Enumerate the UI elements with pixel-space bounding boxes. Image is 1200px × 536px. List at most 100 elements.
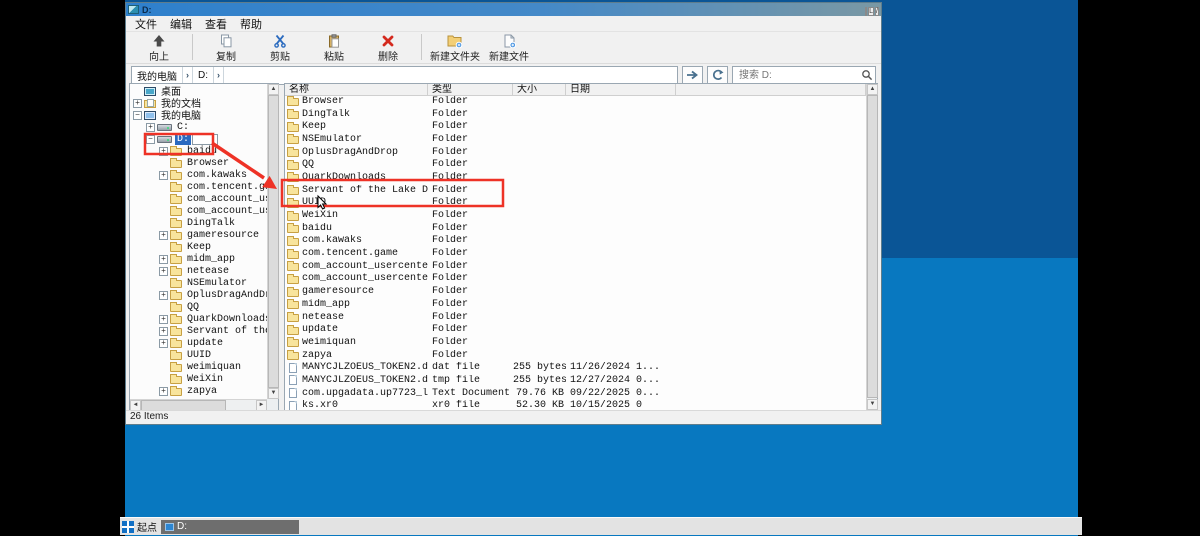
go-button[interactable]	[682, 65, 703, 85]
file-row-qq[interactable]: QQ Folder	[285, 158, 866, 171]
expand-plus-icon[interactable]: +	[159, 326, 168, 336]
expand-plus-icon[interactable]: +	[159, 290, 168, 300]
title-bar[interactable]: D: L /	[126, 3, 881, 16]
tree-item-keep[interactable]: Keep	[130, 241, 267, 253]
tree-item-qq[interactable]: QQ	[130, 301, 267, 313]
file-row-com-account-usercenter[interactable]: com_account_usercenter Folder	[285, 260, 866, 273]
collapse-minus-icon[interactable]: −	[133, 110, 142, 120]
expand-plus-icon[interactable]: +	[159, 146, 168, 156]
toolbar-new-file-button[interactable]: 新建文件	[482, 33, 536, 63]
breadcrumb-segment-1[interactable]: D:	[193, 66, 214, 84]
expand-plus-icon[interactable]: +	[146, 122, 155, 132]
chevron-right-icon[interactable]: ›	[214, 66, 224, 84]
file-row-dingtalk[interactable]: DingTalk Folder	[285, 108, 866, 121]
toolbar-delete-button[interactable]: 删除	[361, 33, 415, 63]
tree-item-netease[interactable]: + netease	[130, 265, 267, 277]
column-header-0[interactable]: 名称	[285, 84, 428, 95]
file-row-midm-app[interactable]: midm_app Folder	[285, 298, 866, 311]
tree-item-uuid[interactable]: UUID	[130, 349, 267, 361]
file-row-weimiquan[interactable]: weimiquan Folder	[285, 336, 866, 349]
tree-item-weimiquan[interactable]: weimiquan	[130, 361, 267, 373]
tree-item-com-account-usercen[interactable]: com_account_usercen	[130, 193, 267, 205]
file-row-weixin[interactable]: WeiXin Folder	[285, 209, 866, 222]
file-row-com-tencent-game[interactable]: com.tencent.game Folder	[285, 247, 866, 260]
close-button[interactable]: /	[875, 6, 879, 16]
start-button[interactable]: 起点	[122, 519, 157, 534]
menu-item-1[interactable]: 编辑	[170, 16, 192, 32]
tree-item-servant-of-the-lak[interactable]: + Servant of the Lak	[130, 325, 267, 337]
tree-item-oplusdraganddrop[interactable]: + OplusDragAndDrop	[130, 289, 267, 301]
toolbar-copy-button[interactable]: 复制	[199, 33, 253, 63]
column-header-1[interactable]: 类型	[428, 84, 513, 95]
toolbar-cut-button[interactable]: 剪贴	[253, 33, 307, 63]
scroll-up-button[interactable]: ▲	[268, 84, 279, 95]
tree-item-zapya[interactable]: + zapya	[130, 385, 267, 397]
column-header-3[interactable]: 日期	[566, 84, 676, 95]
tree-item-dingtalk[interactable]: DingTalk	[130, 217, 267, 229]
tree-horizontal-scrollbar[interactable]: ◄ ►	[130, 399, 267, 411]
column-header-2[interactable]: 大小	[513, 84, 566, 95]
file-row-manycjlzoeus-token2-dat[interactable]: MANYCJLZOEUS_TOKEN2.dat dat file 255 bytes…	[285, 361, 866, 374]
menu-item-2[interactable]: 查看	[205, 16, 227, 32]
tree-item-browser[interactable]: Browser	[130, 157, 267, 169]
scroll-up-button[interactable]: ▲	[867, 84, 878, 95]
toolbar-up-button[interactable]: 向上	[132, 33, 186, 63]
tree-item--[interactable]: − 我的电脑	[130, 109, 267, 123]
file-row-nsemulator[interactable]: NSEmulator Folder	[285, 133, 866, 146]
expand-plus-icon[interactable]: +	[159, 230, 168, 240]
file-row-update[interactable]: update Folder	[285, 323, 866, 336]
expand-plus-icon[interactable]: +	[159, 254, 168, 264]
taskbar-item-d-drive[interactable]: D:	[161, 519, 299, 534]
tree-item-baidu[interactable]: + baidu	[130, 145, 267, 157]
tree-item-quarkdownloads[interactable]: + QuarkDownloads	[130, 313, 267, 325]
list-vertical-scrollbar[interactable]: ▲ ▼	[866, 84, 878, 410]
search-input[interactable]	[737, 68, 861, 82]
expand-plus-icon[interactable]: +	[159, 386, 168, 396]
expand-plus-icon[interactable]: +	[159, 338, 168, 348]
file-row-com-account-usercenter-new[interactable]: com_account_usercenter_new Folder	[285, 273, 866, 286]
expand-plus-icon[interactable]: +	[159, 314, 168, 324]
list-vscroll-thumb[interactable]	[867, 95, 878, 398]
file-row-zapya[interactable]: zapya Folder	[285, 349, 866, 362]
tree-vscroll-thumb[interactable]	[268, 95, 279, 388]
file-row-com-upgadata-up7723-logcat-txt[interactable]: com.upgadata.up7723_logcat.txt Text Docum…	[285, 387, 866, 400]
restore-button[interactable]: L	[868, 6, 875, 16]
collapse-minus-icon[interactable]: −	[146, 134, 155, 144]
expand-plus-icon[interactable]: +	[159, 266, 168, 276]
tree-item-midm-app[interactable]: + midm_app	[130, 253, 267, 265]
toolbar-new-folder-button[interactable]: 新建文件夹	[428, 33, 482, 63]
scroll-down-button[interactable]: ▼	[867, 399, 878, 410]
menu-item-3[interactable]: 帮助	[240, 16, 262, 32]
file-row-uuid[interactable]: UUID Folder	[285, 197, 866, 210]
file-row-oplusdraganddrop[interactable]: OplusDragAndDrop Folder	[285, 146, 866, 159]
toolbar-paste-button[interactable]: 粘贴	[307, 33, 361, 63]
file-row-netease[interactable]: netease Folder	[285, 311, 866, 324]
menu-item-0[interactable]: 文件	[135, 16, 157, 32]
file-row-browser[interactable]: Browser Folder	[285, 95, 866, 108]
tree-vertical-scrollbar[interactable]: ▲ ▼	[267, 84, 279, 399]
tree-item-gameresource[interactable]: + gameresource	[130, 229, 267, 241]
file-row-quarkdownloads[interactable]: QuarkDownloads Folder	[285, 171, 866, 184]
scroll-down-button[interactable]: ▼	[268, 388, 279, 399]
breadcrumb-segment-0[interactable]: 我的电脑	[132, 66, 183, 84]
file-row-com-kawaks[interactable]: com.kawaks Folder	[285, 235, 866, 248]
rename-edit-box[interactable]	[192, 133, 219, 145]
breadcrumb[interactable]: 我的电脑 › D: ›	[131, 65, 678, 85]
tree-item-com-kawaks[interactable]: + com.kawaks	[130, 169, 267, 181]
expand-plus-icon[interactable]: +	[133, 98, 142, 108]
refresh-button[interactable]	[707, 65, 728, 85]
expand-plus-icon[interactable]: +	[159, 170, 168, 180]
tree-item-d-[interactable]: − D:	[130, 133, 267, 145]
search-icon[interactable]	[861, 69, 873, 81]
file-row-servant-of-the-lake-demo[interactable]: Servant of the Lake Demo Folder	[285, 184, 866, 197]
file-row-baidu[interactable]: baidu Folder	[285, 222, 866, 235]
tree-item-nsemulator[interactable]: NSEmulator	[130, 277, 267, 289]
file-row-keep[interactable]: Keep Folder	[285, 120, 866, 133]
tree-item-update[interactable]: + update	[130, 337, 267, 349]
tree-item-weixin[interactable]: WeiXin	[130, 373, 267, 385]
tree-item-com-account-usercen[interactable]: com_account_usercen	[130, 205, 267, 217]
minimize-button[interactable]	[865, 6, 868, 16]
file-row-ks-xr0[interactable]: ks.xr0 xr0 file 52.30 KB 10/15/2025 0	[285, 400, 866, 410]
file-row-manycjlzoeus-token2-dat-tmp[interactable]: MANYCJLZOEUS_TOKEN2.dat.tmp tmp file 255 b…	[285, 374, 866, 387]
chevron-right-icon[interactable]: ›	[183, 66, 193, 84]
